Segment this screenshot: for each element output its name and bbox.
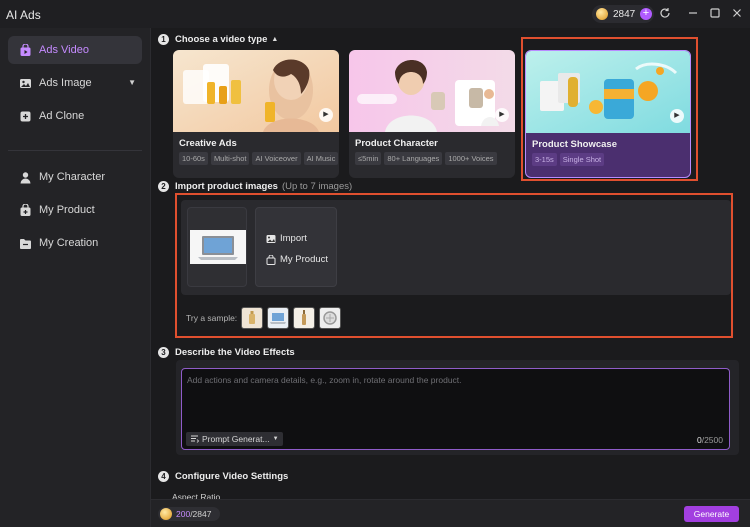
effects-panel: Add actions and camera details, e.g., zo… — [176, 360, 739, 455]
step-number: 1 — [158, 34, 169, 45]
section-describe-video-effects: 3 Describe the Video Effects — [158, 347, 295, 358]
sidebar-item-label: My Creation — [39, 237, 99, 249]
card-title: Product Character — [355, 138, 438, 149]
credits-badge[interactable]: 2847 + — [592, 5, 654, 23]
step-number: 2 — [158, 181, 169, 192]
sidebar-item-my-character[interactable]: My Character — [8, 163, 142, 191]
tag-list: ≤5min 80+ Languages 1000+ Voices — [355, 152, 497, 165]
credits-count: 2847 — [613, 8, 636, 20]
product-character-thumbnail — [349, 50, 515, 132]
credit-usage: 200 /2847 — [158, 507, 220, 521]
sidebar-item-label: Ad Clone — [39, 110, 85, 122]
generate-button[interactable]: Generate — [684, 506, 739, 522]
tag: ≤5min — [355, 152, 382, 165]
tag: Multi-shot — [210, 152, 250, 165]
tag: AI Voiceover — [252, 152, 301, 165]
card-title: Creative Ads — [179, 138, 237, 149]
section-title: Choose a video type — [175, 34, 268, 45]
credits-used: 200 — [176, 509, 191, 519]
tag: 10-60s — [179, 152, 208, 165]
section-title: Configure Video Settings — [175, 471, 289, 482]
tag: AI Music — [303, 152, 339, 165]
title-bar: AI Ads 2847 + — [0, 0, 750, 28]
step-number: 4 — [158, 471, 169, 482]
highlight-frame — [521, 37, 698, 181]
credits-total: /2847 — [190, 509, 212, 519]
caret-down-icon: ▼ — [272, 436, 279, 442]
sidebar-item-label: Ads Video — [39, 44, 89, 56]
minimize-icon[interactable] — [686, 7, 700, 21]
prompt-textarea[interactable]: Add actions and camera details, e.g., zo… — [181, 368, 730, 450]
sidebar-item-ads-image[interactable]: Ads Image ▼ — [8, 69, 142, 97]
caret-down-icon[interactable]: ▼ — [128, 78, 136, 87]
coin-icon — [160, 508, 172, 520]
video-type-card-creative-ads[interactable]: ▶ Creative Ads 10-60s Multi-shot AI Voic… — [173, 50, 339, 178]
caret-up-icon[interactable]: ▲ — [271, 36, 278, 43]
section-title: Describe the Video Effects — [175, 347, 295, 358]
prompt-generator-label: Prompt Generat... — [202, 434, 270, 444]
section-title: Import product images — [175, 181, 278, 192]
folder-icon — [18, 236, 32, 250]
add-credits-button[interactable]: + — [640, 8, 652, 20]
prompt-placeholder: Add actions and camera details, e.g., zo… — [187, 375, 462, 385]
image-icon — [18, 76, 32, 90]
sidebar-item-my-product[interactable]: My Product — [8, 196, 142, 224]
prompt-generator-dropdown[interactable]: Prompt Generat... ▼ — [186, 432, 283, 446]
creative-ads-thumbnail — [173, 50, 339, 132]
prompt-list-icon — [190, 434, 200, 445]
highlight-frame — [175, 193, 733, 338]
product-bag-icon — [18, 203, 32, 217]
sidebar-item-ad-clone[interactable]: Ad Clone — [8, 102, 142, 130]
video-type-card-product-character[interactable]: ▶ Product Character ≤5min 80+ Languages … — [349, 50, 515, 178]
video-bag-icon — [18, 43, 32, 57]
maximize-icon[interactable] — [708, 7, 722, 21]
section-configure-video-settings: 4 Configure Video Settings — [158, 471, 288, 482]
char-max: /2500 — [701, 435, 723, 445]
tag: 80+ Languages — [384, 152, 443, 165]
tag: 1000+ Voices — [445, 152, 497, 165]
clone-icon — [18, 109, 32, 123]
section-hint: (Up to 7 images) — [281, 181, 353, 192]
sidebar-item-label: My Character — [39, 171, 106, 183]
sidebar-item-ads-video[interactable]: Ads Video — [8, 36, 142, 64]
sidebar-item-label: My Product — [39, 204, 95, 216]
character-counter: 0/2500 — [697, 435, 723, 445]
app-title: AI Ads — [6, 8, 41, 22]
bottom-bar: 200 /2847 Generate — [151, 499, 750, 527]
step-number: 3 — [158, 347, 169, 358]
play-icon[interactable]: ▶ — [495, 108, 509, 122]
sidebar: Ads Video Ads Image ▼ Ad Clone My Charac… — [0, 28, 151, 527]
section-import-product-images: 2 Import product images (Up to 7 images) — [158, 181, 352, 192]
main-content: 1 Choose a video type ▲ ▶ Creative Ads 1… — [151, 28, 750, 502]
coin-icon — [596, 8, 608, 20]
close-icon[interactable] — [730, 7, 744, 21]
sidebar-item-label: Ads Image — [39, 77, 92, 89]
user-icon — [18, 170, 32, 184]
sidebar-divider — [8, 150, 142, 151]
section-choose-video-type[interactable]: 1 Choose a video type ▲ — [158, 34, 278, 45]
sidebar-item-my-creation[interactable]: My Creation — [8, 229, 142, 257]
play-icon[interactable]: ▶ — [319, 108, 333, 122]
tag-list: 10-60s Multi-shot AI Voiceover AI Music — [179, 152, 339, 165]
refresh-icon[interactable] — [658, 7, 672, 21]
